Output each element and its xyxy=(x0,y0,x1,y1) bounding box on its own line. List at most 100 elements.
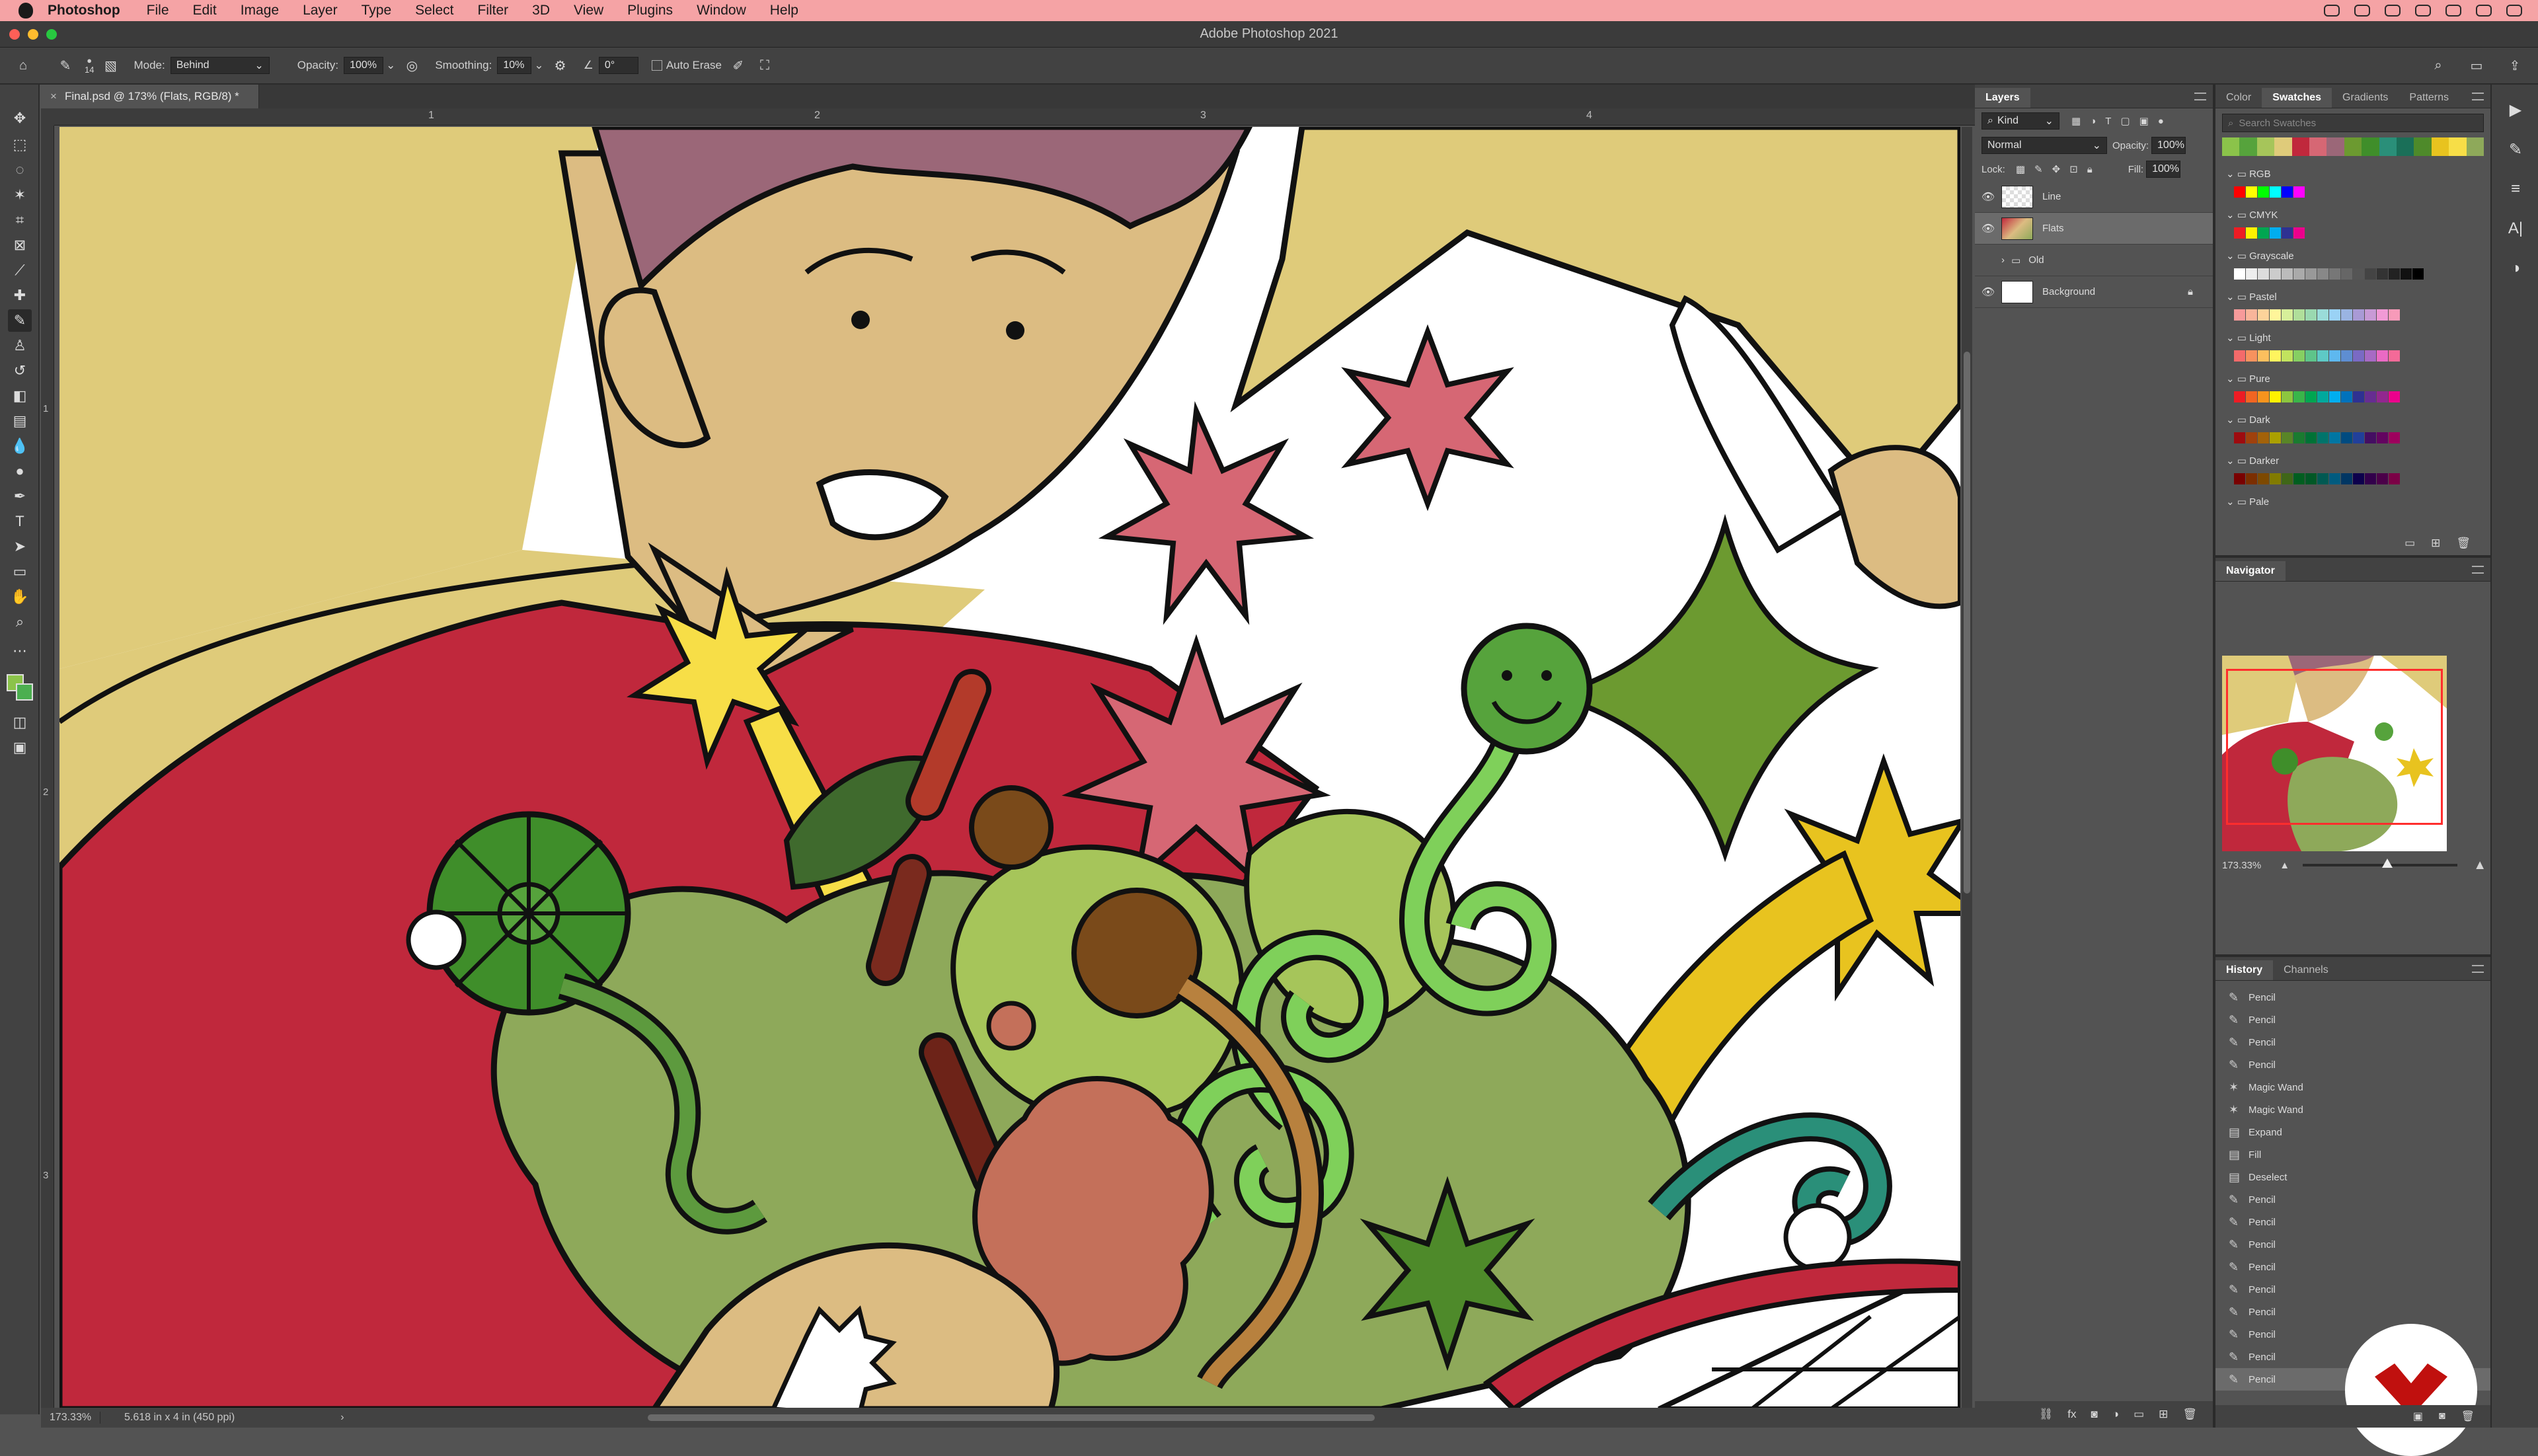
dodge-tool-icon[interactable]: ● xyxy=(8,460,32,482)
brush-panel-icon[interactable]: ✎ xyxy=(2504,137,2527,161)
history-step[interactable]: ✎ Pencil xyxy=(2215,1256,2490,1278)
screen-mode-icon[interactable]: ▣ xyxy=(8,736,32,759)
lock-position-icon[interactable]: ✥ xyxy=(2052,163,2061,175)
smoothing-options-gear-icon[interactable]: ⚙ xyxy=(551,56,570,75)
swatch-search-input[interactable]: ⌕ Search Swatches xyxy=(2222,114,2484,132)
lasso-tool-icon[interactable]: ◌ xyxy=(8,159,32,181)
history-step[interactable]: ▤ Deselect xyxy=(2215,1166,2490,1188)
mode-select[interactable]: Behind ⌄ xyxy=(170,57,270,74)
delete-layer-icon[interactable]: 🗑︎ xyxy=(2182,1408,2197,1421)
status-expand-icon[interactable]: › xyxy=(340,1412,344,1424)
swatch-group-pale[interactable]: ⌄ ▭ Pale xyxy=(2215,490,2490,513)
document-size-info[interactable]: 5.618 in x 4 in (450 ppi) xyxy=(124,1412,235,1424)
layer-filter-kind[interactable]: ⌕ Kind ⌄ xyxy=(1981,112,2059,130)
swatch-group-light[interactable]: ⌄ ▭ Light xyxy=(2215,326,2490,367)
swatch-group-pastel[interactable]: ⌄ ▭ Pastel xyxy=(2215,286,2490,326)
layer-row-line[interactable]: 👁︎ Line xyxy=(1975,181,2213,213)
search-icon[interactable] xyxy=(2476,5,2492,17)
history-step[interactable]: ✎ Pencil xyxy=(2215,1009,2490,1031)
history-step[interactable]: ✎ Pencil xyxy=(2215,1211,2490,1233)
horizontal-scroll-thumb[interactable] xyxy=(648,1414,1375,1421)
type-tool-icon[interactable]: T xyxy=(8,510,32,533)
layer-row-flats[interactable]: 👁︎ Flats xyxy=(1975,213,2213,245)
history-step[interactable]: ✎ Pencil xyxy=(2215,1188,2490,1211)
swatch-group-cmyk[interactable]: ⌄ ▭ CMYK xyxy=(2215,204,2490,245)
hand-tool-icon[interactable]: ✋ xyxy=(8,586,32,608)
blur-tool-icon[interactable]: 💧 xyxy=(8,435,32,457)
layers-panel-menu-icon[interactable] xyxy=(2194,93,2206,100)
menu-app[interactable]: Photoshop xyxy=(48,3,120,19)
zoom-level[interactable]: 173.33% xyxy=(41,1412,100,1424)
opacity-field[interactable]: 100% xyxy=(344,57,384,74)
battery-icon[interactable] xyxy=(2445,5,2461,17)
vertical-scrollbar[interactable] xyxy=(1962,127,1972,1409)
new-layer-icon[interactable]: ⊞ xyxy=(2159,1408,2168,1421)
menu-select[interactable]: Select xyxy=(415,3,453,19)
rectangle-tool-icon[interactable]: ▭ xyxy=(8,560,32,583)
move-tool-icon[interactable]: ✥ xyxy=(8,107,32,130)
menu-plugins[interactable]: Plugins xyxy=(627,3,673,19)
adjustments-panel-icon[interactable]: ≡ xyxy=(2504,177,2527,201)
magic-wand-tool-icon[interactable]: ✶ xyxy=(8,184,32,206)
navigator-zoom-slider[interactable] xyxy=(2303,859,2458,868)
delete-swatch-icon[interactable]: 🗑︎ xyxy=(2456,537,2471,550)
gradient-tool-icon[interactable]: ▤ xyxy=(8,410,32,432)
add-mask-icon[interactable]: ◙ xyxy=(2091,1408,2098,1421)
menu-edit[interactable]: Edit xyxy=(193,3,217,19)
history-step[interactable]: ✶ Magic Wand xyxy=(2215,1076,2490,1098)
vertical-ruler[interactable]: 1 2 3 xyxy=(41,126,54,1408)
smoothing-dropdown-icon[interactable]: ⌄ xyxy=(534,59,543,72)
menu-window[interactable]: Window xyxy=(697,3,746,19)
symmetry-icon[interactable]: ⛶ xyxy=(755,56,775,75)
volume-icon[interactable] xyxy=(2415,5,2431,17)
pressure-opacity-icon[interactable]: ◎ xyxy=(402,56,422,75)
fill-field[interactable]: 100% xyxy=(2146,161,2181,178)
swatch-group-dark[interactable]: ⌄ ▭ Dark xyxy=(2215,408,2490,449)
filter-type-icon[interactable]: T xyxy=(2105,116,2111,127)
tab-gradients[interactable]: Gradients xyxy=(2332,88,2399,108)
zoom-window-icon[interactable] xyxy=(46,29,57,40)
filter-shape-icon[interactable]: ▢ xyxy=(2120,115,2130,127)
menu-3d[interactable]: 3D xyxy=(532,3,550,19)
navigator-zoom-handle[interactable] xyxy=(2382,859,2393,868)
zoom-out-icon[interactable]: ▲ xyxy=(2280,860,2289,871)
close-document-icon[interactable]: × xyxy=(50,90,57,103)
new-swatch-group-icon[interactable]: ▭ xyxy=(2404,537,2415,550)
pencil-tool-preset-icon[interactable]: ✎ xyxy=(56,56,75,75)
swatch-group-grayscale[interactable]: ⌄ ▭ Grayscale xyxy=(2215,245,2490,286)
new-document-from-state-icon[interactable]: ▣ xyxy=(2413,1410,2423,1423)
tab-history[interactable]: History xyxy=(2215,960,2274,980)
layer-visibility-eye-icon[interactable]: 👁︎ xyxy=(1975,190,2001,204)
swatch-group-rgb[interactable]: ⌄ ▭ RGB xyxy=(2215,163,2490,204)
history-step[interactable]: ✎ Pencil xyxy=(2215,1301,2490,1323)
history-step[interactable]: ✎ Pencil xyxy=(2215,986,2490,1009)
workspace-icon[interactable]: ▭ xyxy=(2467,56,2486,75)
layer-style-fx-icon[interactable]: fx xyxy=(2067,1408,2076,1421)
new-group-icon[interactable]: ▭ xyxy=(2134,1408,2144,1421)
layer-opacity-field[interactable]: 100% xyxy=(2151,137,2186,154)
more-tools-icon[interactable]: ⋯ xyxy=(8,640,32,662)
lock-image-icon[interactable]: ✎ xyxy=(2034,163,2043,175)
character-panel-icon[interactable]: A| xyxy=(2504,217,2527,241)
adjustment-layer-icon[interactable]: ◑ xyxy=(2112,1408,2119,1421)
lock-all-icon[interactable]: 🔒︎ xyxy=(2087,164,2093,175)
navigator-panel-menu-icon[interactable] xyxy=(2472,566,2484,574)
zoom-tool-icon[interactable]: ⌕ xyxy=(8,611,32,633)
swatches-panel-menu-icon[interactable] xyxy=(2472,93,2484,100)
navigator-preview[interactable] xyxy=(2222,656,2447,851)
history-step[interactable]: ✶ Magic Wand xyxy=(2215,1098,2490,1121)
menu-type[interactable]: Type xyxy=(362,3,392,19)
swatch-group-pure[interactable]: ⌄ ▭ Pure xyxy=(2215,367,2490,408)
minimize-window-icon[interactable] xyxy=(28,29,38,40)
search-icon[interactable]: ⌕ xyxy=(2428,56,2448,75)
control-center-icon[interactable] xyxy=(2506,5,2522,17)
blend-mode-select[interactable]: Normal ⌄ xyxy=(1981,137,2107,154)
smoothing-field[interactable]: 10% xyxy=(497,57,532,74)
history-brush-tool-icon[interactable]: ↺ xyxy=(8,360,32,382)
menu-filter[interactable]: Filter xyxy=(478,3,509,19)
lock-artboard-icon[interactable]: ⊡ xyxy=(2069,163,2078,175)
tab-channels[interactable]: Channels xyxy=(2273,960,2339,980)
document-canvas[interactable] xyxy=(59,127,1960,1409)
menu-file[interactable]: File xyxy=(147,3,169,19)
menu-help[interactable]: Help xyxy=(770,3,798,19)
